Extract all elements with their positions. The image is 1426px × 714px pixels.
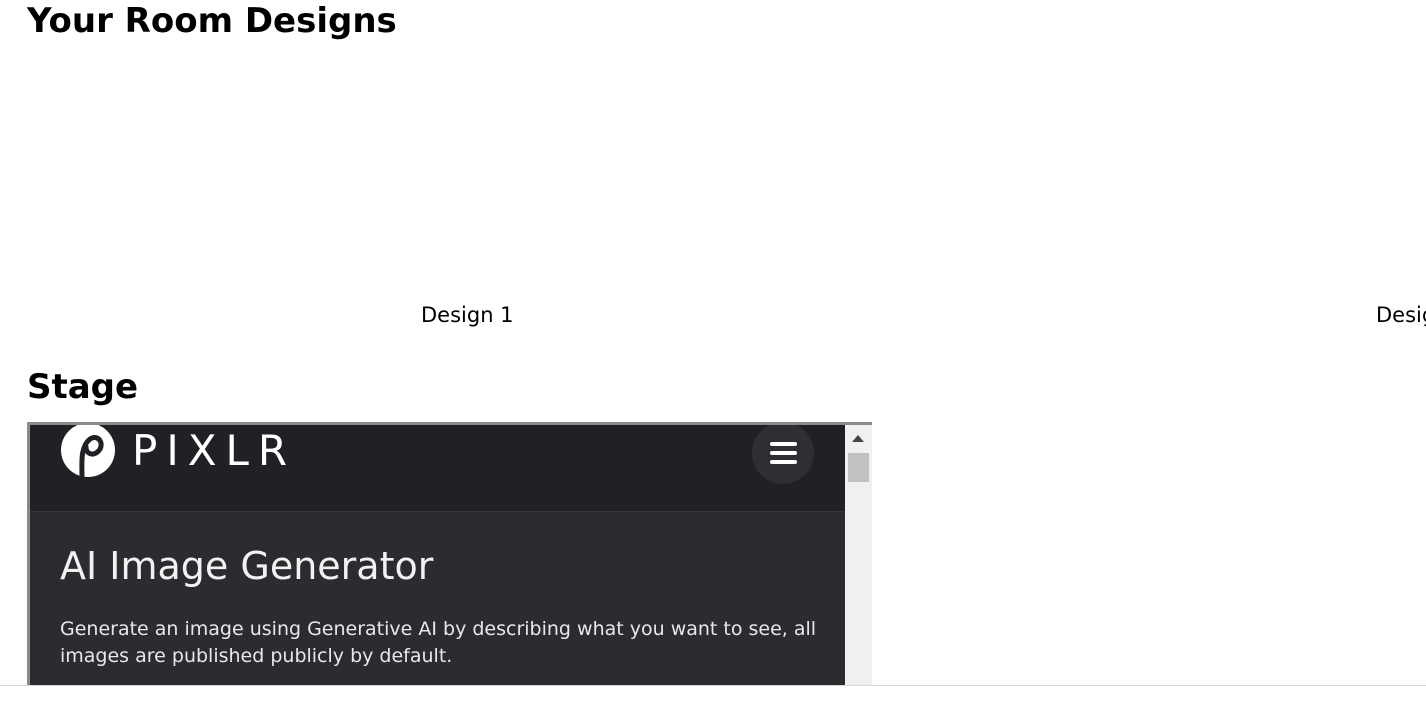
embed-scrollbar[interactable] bbox=[845, 425, 872, 686]
stage-heading: Stage bbox=[27, 367, 139, 407]
hamburger-menu-icon[interactable] bbox=[752, 425, 814, 484]
pixlr-main-panel: AI Image Generator Generate an image usi… bbox=[30, 512, 845, 686]
pixlr-logo-icon[interactable] bbox=[60, 425, 116, 479]
stage-embed-frame[interactable]: PIXLR AI Image Generator Generate an ima… bbox=[27, 422, 872, 686]
pixlr-brand-text[interactable]: PIXLR bbox=[132, 425, 296, 477]
design-1-label: Design 1 bbox=[421, 303, 514, 327]
pixlr-header: PIXLR bbox=[30, 425, 845, 512]
scrollbar-thumb[interactable] bbox=[848, 453, 869, 482]
page-bottom-divider bbox=[0, 685, 1426, 686]
designs-heading: Your Room Designs bbox=[27, 1, 397, 41]
scroll-up-arrow-icon[interactable] bbox=[852, 435, 864, 442]
generator-title: AI Image Generator bbox=[60, 544, 434, 588]
generator-description: Generate an image using Generative AI by… bbox=[60, 618, 817, 667]
design-2-label: Desig bbox=[1376, 303, 1426, 327]
